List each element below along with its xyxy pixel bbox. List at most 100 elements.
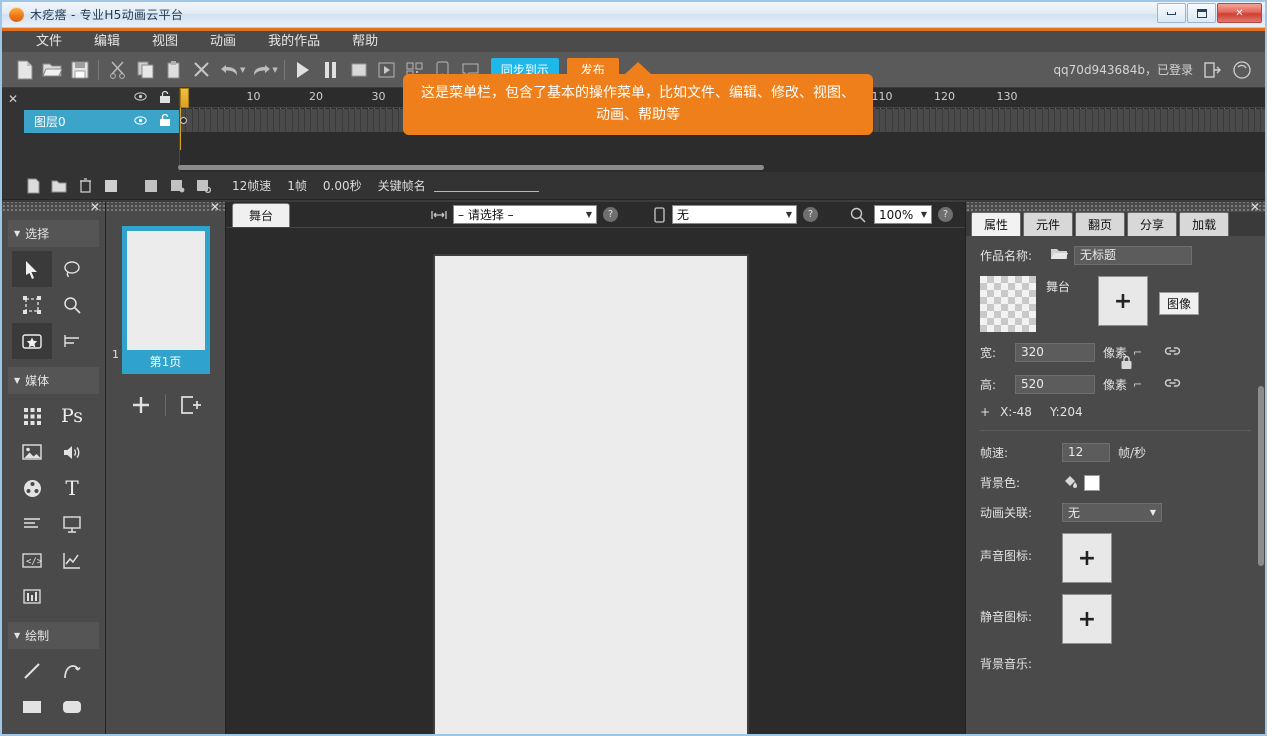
photoshop-ps-icon[interactable]: Ps — [52, 398, 92, 434]
redo-icon[interactable] — [247, 56, 275, 84]
stage-canvas-area[interactable] — [226, 228, 965, 734]
zoom-select[interactable]: 100% ▼ — [874, 205, 932, 224]
undo-dropdown-caret-icon[interactable]: ▼ — [240, 66, 245, 74]
timeline-layer-row[interactable]: 图层0 — [24, 110, 179, 133]
menu-view[interactable]: 视图 — [136, 31, 194, 52]
stage-image-add-button[interactable]: + — [1098, 276, 1148, 326]
tools-section-select-header[interactable]: ▼ 选择 — [8, 220, 99, 247]
text-t-icon[interactable]: T — [52, 470, 92, 506]
undo-icon[interactable] — [215, 56, 243, 84]
align-icon[interactable] — [52, 323, 92, 359]
add-page-icon[interactable] — [117, 388, 165, 422]
clear-frame-icon[interactable] — [190, 173, 216, 199]
chart-line-icon[interactable] — [52, 542, 92, 578]
save-icon[interactable] — [66, 56, 94, 84]
screen-icon[interactable] — [52, 506, 92, 542]
tab-pageflip[interactable]: 翻页 — [1075, 212, 1125, 236]
play-icon[interactable] — [289, 56, 317, 84]
fps-input[interactable]: 12 — [1062, 443, 1110, 462]
cut-scissors-icon[interactable] — [103, 56, 131, 84]
keyframe-name-input[interactable] — [434, 180, 539, 192]
timeline-frame-cell[interactable] — [1261, 109, 1265, 132]
stage-canvas[interactable] — [433, 254, 749, 734]
rounded-rect-icon[interactable] — [52, 689, 92, 725]
bgcolor-swatch[interactable] — [1084, 475, 1100, 491]
tools-panel-drag-handle[interactable]: ✕ — [2, 202, 105, 212]
menu-edit[interactable]: 编辑 — [78, 31, 136, 52]
tab-loading[interactable]: 加载 — [1179, 212, 1229, 236]
chart-bar-icon[interactable] — [12, 578, 52, 614]
height-input[interactable]: 520 — [1015, 375, 1095, 394]
eye-icon[interactable] — [134, 90, 147, 106]
video-film-icon[interactable] — [12, 470, 52, 506]
close-button[interactable]: ✕ — [1217, 3, 1262, 23]
timeline-close-icon[interactable]: ✕ — [8, 92, 18, 106]
duplicate-page-icon[interactable] — [166, 388, 214, 422]
menu-my-works[interactable]: 我的作品 — [252, 31, 336, 52]
menu-help[interactable]: 帮助 — [336, 31, 394, 52]
stop-icon[interactable] — [345, 56, 373, 84]
tab-components[interactable]: 元件 — [1023, 212, 1073, 236]
line-icon[interactable] — [12, 653, 52, 689]
refresh-icon[interactable] — [1231, 59, 1253, 81]
search-icon[interactable] — [850, 207, 866, 223]
layer-unlock-icon[interactable] — [159, 113, 171, 130]
tools-section-media-header[interactable]: ▼ 媒体 — [8, 367, 99, 394]
rectangle-icon[interactable] — [12, 689, 52, 725]
curve-pen-icon[interactable] — [52, 653, 92, 689]
lasso-icon[interactable] — [52, 251, 92, 287]
open-folder-icon[interactable] — [38, 56, 66, 84]
device-select[interactable]: 无 ▼ — [672, 205, 797, 224]
new-keyframe-icon[interactable] — [20, 173, 46, 199]
unlock-icon[interactable] — [159, 90, 171, 107]
grid-apps-icon[interactable] — [12, 398, 52, 434]
paste-frame-icon[interactable] — [164, 173, 190, 199]
maximize-button[interactable] — [1187, 3, 1216, 23]
blank-frame-icon[interactable] — [138, 173, 164, 199]
preset-select[interactable]: – 请选择 – ▼ — [453, 205, 597, 224]
anim-link-select[interactable]: 无 ▼ — [1062, 503, 1162, 522]
audio-speaker-icon[interactable] — [52, 434, 92, 470]
menu-file[interactable]: 文件 — [20, 31, 78, 52]
tab-properties[interactable]: 属性 — [971, 212, 1021, 236]
width-input[interactable]: 320 — [1015, 343, 1095, 362]
zoom-help-icon[interactable]: ? — [938, 207, 953, 222]
pages-panel-drag-handle[interactable]: ✕ — [106, 202, 225, 212]
properties-panel-drag-handle[interactable]: ✕ — [966, 202, 1265, 212]
pause-icon[interactable] — [317, 56, 345, 84]
work-name-input[interactable]: 无标题 — [1074, 246, 1192, 265]
redo-dropdown-caret-icon[interactable]: ▼ — [272, 66, 277, 74]
preview-icon[interactable] — [373, 56, 401, 84]
logout-icon[interactable] — [1201, 59, 1223, 81]
link-icon-width[interactable] — [1164, 344, 1181, 361]
tools-panel-close-icon[interactable]: ✕ — [90, 200, 100, 214]
timeline-playhead[interactable] — [180, 88, 189, 108]
sound-icon-add-button[interactable]: + — [1062, 533, 1112, 583]
tab-stage[interactable]: 舞台 — [232, 203, 290, 227]
properties-panel-close-icon[interactable]: ✕ — [1250, 200, 1260, 214]
pages-panel-close-icon[interactable]: ✕ — [210, 200, 220, 214]
preset-help-icon[interactable]: ? — [603, 207, 618, 222]
open-keyframe-icon[interactable] — [46, 173, 72, 199]
tab-share[interactable]: 分享 — [1127, 212, 1177, 236]
copy-icon[interactable] — [131, 56, 159, 84]
paint-bucket-icon[interactable] — [1062, 473, 1079, 492]
menu-animation[interactable]: 动画 — [194, 31, 252, 52]
timeline-horizontal-scrollbar[interactable] — [178, 165, 764, 170]
layer-eye-icon[interactable] — [134, 114, 147, 130]
copy-keyframe-icon[interactable] — [98, 173, 124, 199]
delete-keyframe-icon[interactable] — [72, 173, 98, 199]
new-file-icon[interactable] — [10, 56, 38, 84]
timeline-keyframe-dot[interactable] — [180, 117, 187, 124]
zoom-magnifier-icon[interactable] — [52, 287, 92, 323]
device-help-icon[interactable]: ? — [803, 207, 818, 222]
link-icon-height[interactable] — [1164, 376, 1181, 393]
stage-thumbnail-preview[interactable] — [980, 276, 1036, 332]
paste-icon[interactable] — [159, 56, 187, 84]
mute-icon-add-button[interactable]: + — [1062, 594, 1112, 644]
properties-vertical-scrollbar[interactable] — [1258, 386, 1264, 566]
delete-x-icon[interactable] — [187, 56, 215, 84]
paragraph-icon[interactable] — [12, 506, 52, 542]
mask-star-icon[interactable] — [12, 323, 52, 359]
minimize-button[interactable] — [1157, 3, 1186, 23]
